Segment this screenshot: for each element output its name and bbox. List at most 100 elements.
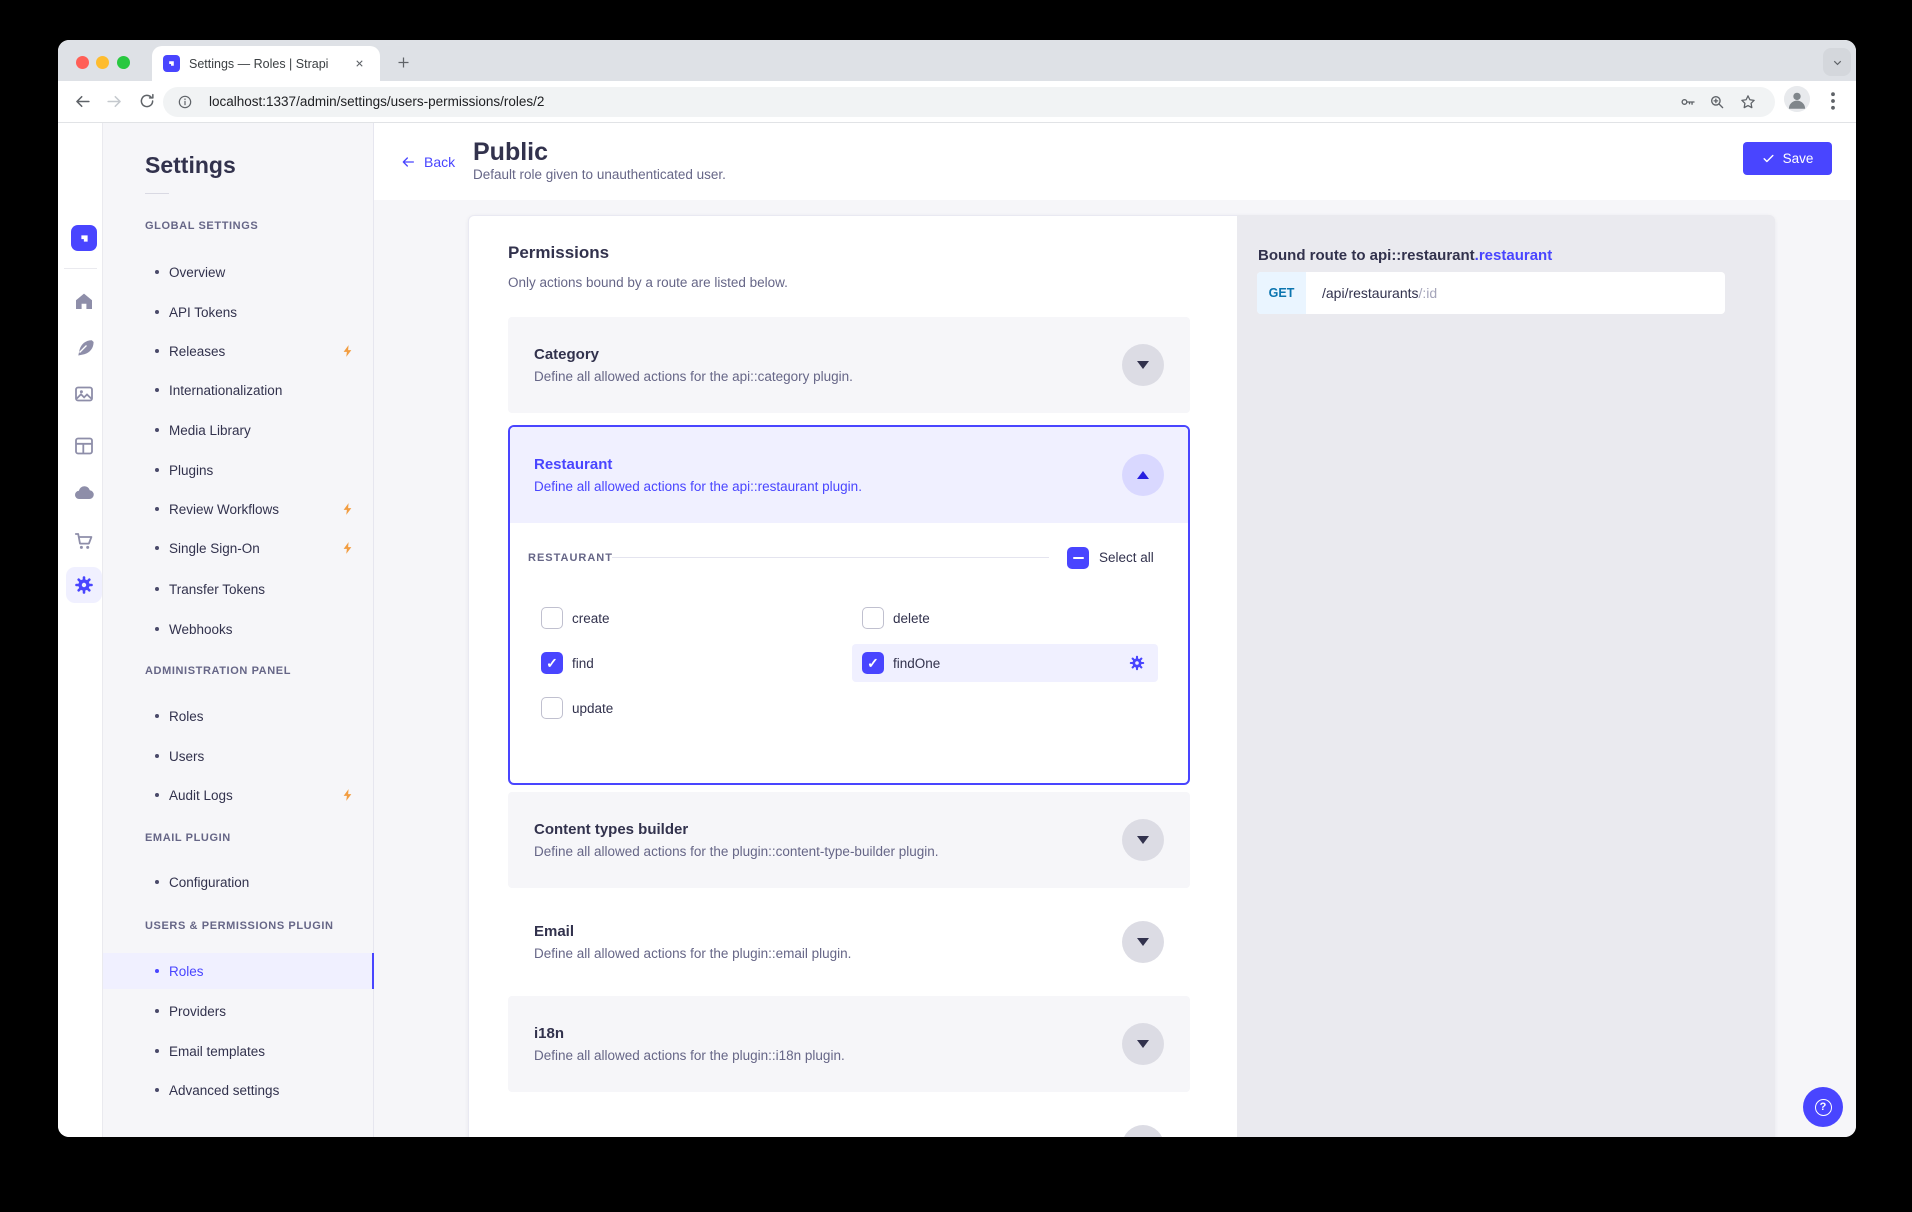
- url-bar[interactable]: localhost:1337/admin/settings/users-perm…: [163, 87, 1775, 117]
- chevron-down-icon[interactable]: [1122, 344, 1164, 386]
- main-nav-rail: KD: [58, 123, 103, 1137]
- accordion-title: Upload: [534, 1135, 585, 1138]
- sidebar-item-providers[interactable]: Providers: [103, 993, 374, 1029]
- sidebar-item-plugins[interactable]: Plugins: [103, 452, 374, 488]
- sidebar-item-api-tokens[interactable]: API Tokens: [103, 294, 374, 330]
- sidebar-item-transfer-tokens[interactable]: Transfer Tokens: [103, 571, 374, 607]
- bullet-icon: [155, 428, 159, 432]
- chevron-down-icon[interactable]: [1122, 921, 1164, 963]
- chevron-down-icon[interactable]: [1122, 1125, 1164, 1137]
- sidebar-item-audit-logs[interactable]: Audit Logs: [103, 777, 374, 813]
- sidebar-item-label: Email templates: [169, 1044, 265, 1059]
- bullet-icon: [155, 1009, 159, 1013]
- home-icon[interactable]: [72, 289, 96, 313]
- sidebar-item-webhooks[interactable]: Webhooks: [103, 611, 374, 647]
- delete-checkbox[interactable]: [862, 607, 884, 629]
- bullet-icon: [155, 310, 159, 314]
- bullet-icon: [155, 1088, 159, 1092]
- permission-create: create: [541, 599, 610, 637]
- strapi-logo[interactable]: [71, 225, 97, 251]
- sidebar-item-advanced-settings[interactable]: Advanced settings: [103, 1072, 374, 1108]
- browser-menu-icon[interactable]: [1824, 86, 1842, 116]
- sidebar-item-releases[interactable]: Releases: [103, 333, 374, 369]
- back-nav-icon[interactable]: [67, 86, 97, 116]
- forward-nav-icon[interactable]: [99, 86, 129, 116]
- site-info-icon[interactable]: [177, 94, 193, 115]
- deploy-cloud-icon[interactable]: [72, 481, 96, 505]
- close-window-button[interactable]: [76, 56, 89, 69]
- sidebar-item-configuration[interactable]: Configuration: [103, 864, 374, 900]
- minimize-window-button[interactable]: [96, 56, 109, 69]
- bookmark-star-icon[interactable]: [1739, 93, 1757, 116]
- new-tab-button[interactable]: [391, 50, 415, 74]
- bullet-icon: [155, 587, 159, 591]
- sidebar-item-internationalization[interactable]: Internationalization: [103, 372, 374, 408]
- browser-toolbar: localhost:1337/admin/settings/users-perm…: [58, 81, 1856, 123]
- chevron-down-icon[interactable]: [1122, 819, 1164, 861]
- lightning-icon: [341, 502, 355, 519]
- accordion-content-types-builder[interactable]: Content types builder Define all allowed…: [508, 792, 1190, 888]
- accordion-i18n[interactable]: i18n Define all allowed actions for the …: [508, 996, 1190, 1092]
- chevron-down-icon[interactable]: [1122, 1023, 1164, 1065]
- update-checkbox[interactable]: [541, 697, 563, 719]
- content-type-builder-icon[interactable]: [72, 434, 96, 458]
- accordion-email[interactable]: Email Define all allowed actions for the…: [508, 894, 1190, 990]
- save-button[interactable]: Save: [1743, 142, 1832, 175]
- permission-label: findOne: [893, 656, 940, 671]
- sidebar-item-up-roles[interactable]: Roles: [103, 953, 374, 989]
- permission-label: update: [572, 701, 613, 716]
- back-arrow-icon: [400, 154, 416, 170]
- permission-settings-gear-icon[interactable]: [1128, 654, 1146, 672]
- bullet-icon: [155, 270, 159, 274]
- bound-route-heading-main: Bound route to api::restaurant: [1258, 247, 1475, 264]
- bound-route-heading-accent: .restaurant: [1475, 247, 1553, 264]
- help-button[interactable]: [1803, 1087, 1843, 1127]
- tab-title: Settings — Roles | Strapi: [189, 57, 337, 71]
- findone-checkbox[interactable]: [862, 652, 884, 674]
- sidebar-item-review-workflows[interactable]: Review Workflows: [103, 491, 374, 527]
- accordion-upload[interactable]: Upload: [508, 1098, 1190, 1137]
- sidebar-item-label: Roles: [169, 709, 204, 724]
- permission-label: find: [572, 656, 594, 671]
- sidebar-item-label: Internationalization: [169, 383, 282, 398]
- media-library-icon[interactable]: [72, 382, 96, 406]
- bullet-icon: [155, 507, 159, 511]
- chevron-up-icon[interactable]: [1122, 454, 1164, 496]
- accordion-category[interactable]: Category Define all allowed actions for …: [508, 317, 1190, 413]
- content-manager-feather-icon[interactable]: [72, 336, 96, 360]
- select-all-checkbox[interactable]: [1067, 547, 1089, 569]
- marketplace-cart-icon[interactable]: [72, 529, 96, 553]
- maximize-window-button[interactable]: [117, 56, 130, 69]
- check-icon: [1762, 152, 1775, 165]
- accordion-description: Define all allowed actions for the api::…: [534, 369, 853, 384]
- accordion-restaurant-header[interactable]: Restaurant Define all allowed actions fo…: [510, 427, 1188, 523]
- zoom-icon[interactable]: [1708, 93, 1726, 116]
- password-key-icon[interactable]: [1679, 93, 1697, 116]
- sidebar-item-users[interactable]: Users: [103, 738, 374, 774]
- permission-delete: delete: [862, 599, 930, 637]
- permission-label: create: [572, 611, 610, 626]
- route-path-param: /:id: [1419, 285, 1438, 301]
- tab-close-icon[interactable]: [351, 55, 368, 72]
- back-link[interactable]: Back: [400, 154, 455, 170]
- sidebar-item-single-sign-on[interactable]: Single Sign-On: [103, 530, 374, 566]
- permission-findone-selected[interactable]: findOne: [852, 644, 1158, 682]
- bullet-icon: [155, 1049, 159, 1053]
- reload-icon[interactable]: [132, 86, 162, 116]
- create-checkbox[interactable]: [541, 607, 563, 629]
- sidebar-item-email-templates[interactable]: Email templates: [103, 1033, 374, 1069]
- sidebar-item-label: Media Library: [169, 423, 251, 438]
- bullet-icon: [155, 880, 159, 884]
- sidebar-item-label: API Tokens: [169, 305, 237, 320]
- settings-gear-icon[interactable]: [66, 567, 102, 603]
- browser-profile-avatar[interactable]: [1784, 86, 1810, 112]
- sidebar-item-label: Audit Logs: [169, 788, 233, 803]
- url-text[interactable]: localhost:1337/admin/settings/users-perm…: [209, 87, 544, 117]
- sidebar-item-admin-roles[interactable]: Roles: [103, 698, 374, 734]
- sidebar-item-overview[interactable]: Overview: [103, 254, 374, 290]
- sidebar-item-media-library[interactable]: Media Library: [103, 412, 374, 448]
- sidebar-item-label: Overview: [169, 265, 225, 280]
- tab-search-chevron-icon[interactable]: [1823, 48, 1851, 76]
- find-checkbox[interactable]: [541, 652, 563, 674]
- browser-tab[interactable]: Settings — Roles | Strapi: [152, 46, 380, 81]
